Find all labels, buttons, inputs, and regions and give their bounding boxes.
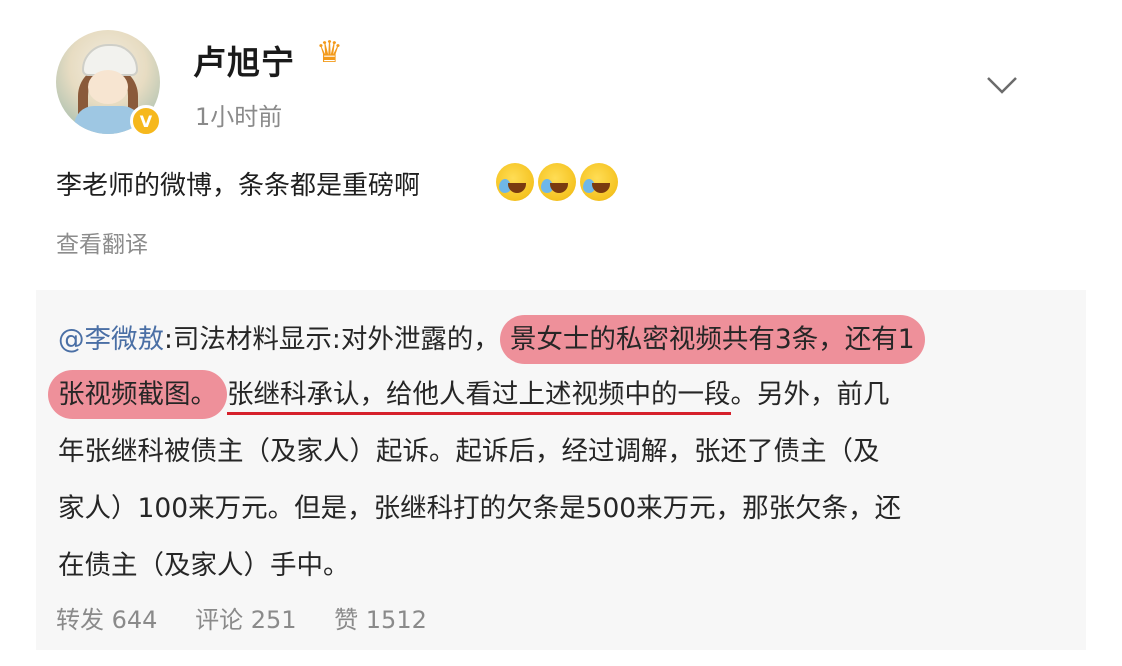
username[interactable]: 卢旭宁: [193, 36, 295, 84]
repost-text: 。另外，前几: [730, 379, 890, 410]
translate-link[interactable]: 查看翻译: [56, 225, 148, 259]
laugh-cry-icon: [496, 163, 534, 201]
like-count[interactable]: 赞 1512: [334, 606, 427, 634]
underlined-text: 张继科承认，给他人看过上述视频中的一段: [227, 379, 731, 415]
stats-bar: 转发 644 评论 251 赞 1512: [56, 600, 457, 635]
laugh-cry-icon: [580, 163, 618, 201]
avatar-face: [88, 70, 128, 104]
chevron-down-icon[interactable]: [982, 70, 1022, 100]
verified-badge-icon: V: [130, 105, 162, 137]
repost-line-1: @李微敖:司法材料显示:对外泄露的， 景女士的私密视频共有3条，还有1: [58, 322, 925, 358]
mention-link[interactable]: @李微敖: [58, 324, 164, 355]
repost-line-3: 年张继科被债主（及家人）起诉。起诉后，经过调解，张还了债主（及: [58, 436, 880, 467]
post-time: 1小时前: [195, 103, 283, 131]
highlight-mark: 景女士的私密视频共有3条，还有1: [500, 324, 925, 355]
repost-line-4: 家人）100来万元。但是，张继科打的欠条是500来万元，那张欠条，还: [58, 493, 902, 524]
highlight-mark: 张视频截图。: [48, 379, 227, 410]
repost-line-5: 在债主（及家人）手中。: [58, 550, 350, 581]
post-text: 李老师的微博，条条都是重磅啊: [56, 171, 421, 201]
repost-line-2: 张视频截图。 张继科承认，给他人看过上述视频中的一段。另外，前几: [48, 377, 890, 415]
repost-text: :司法材料显示:对外泄露的，: [164, 324, 500, 355]
comment-count[interactable]: 评论 251: [195, 606, 296, 634]
crown-icon: ♛: [316, 35, 343, 70]
laugh-cry-icon: [538, 163, 576, 201]
forward-count[interactable]: 转发 644: [56, 606, 157, 634]
emoji-group: [496, 163, 618, 201]
